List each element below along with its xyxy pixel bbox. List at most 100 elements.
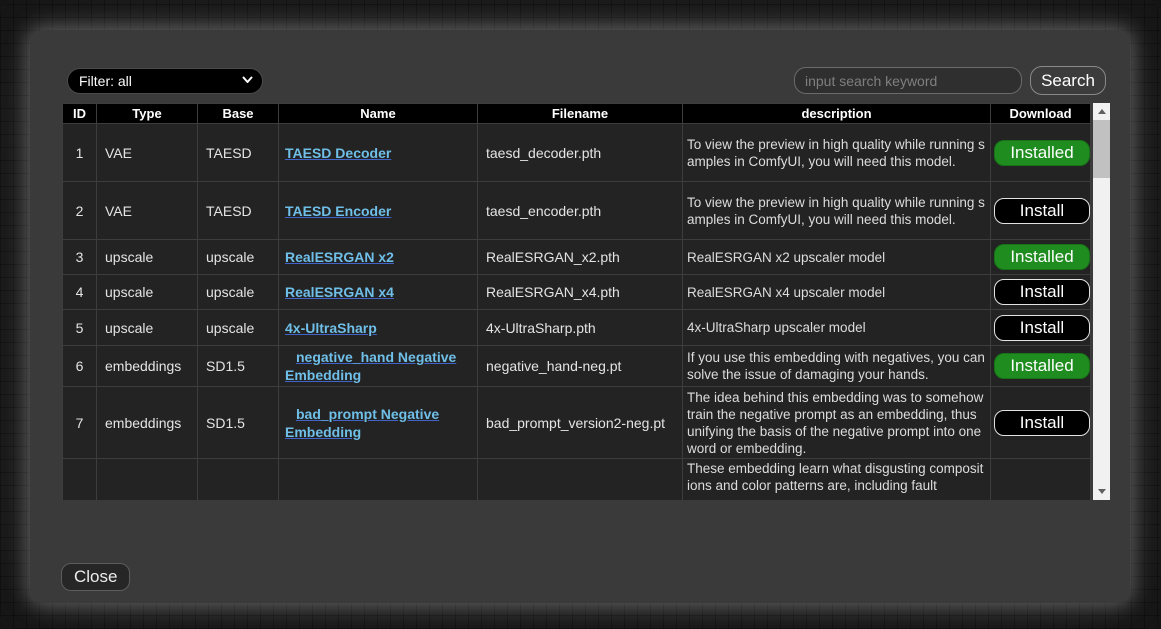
column-header-filename: Filename — [478, 104, 683, 124]
cell-description: To view the preview in high quality whil… — [683, 182, 991, 240]
scrollbar-thumb[interactable] — [1093, 120, 1110, 178]
table-row: 6embeddingsSD1.5negative_hand Negative E… — [63, 346, 1091, 387]
column-header-description: description — [683, 104, 991, 124]
model-table: IDTypeBaseNameFilenamedescriptionDownloa… — [62, 103, 1091, 500]
cell-name — [279, 459, 478, 501]
cell-name: TAESD Decoder — [279, 124, 478, 182]
installed-button[interactable]: Installed — [994, 140, 1090, 166]
column-header-base: Base — [198, 104, 279, 124]
model-manager-dialog: Filter: all Search IDTypeBaseNameFilenam… — [30, 30, 1130, 603]
cell-filename: RealESRGAN_x2.pth — [478, 240, 683, 275]
cell-download — [991, 459, 1091, 501]
cell-description: The idea behind this embedding was to so… — [683, 387, 991, 459]
cell-id: 7 — [63, 387, 97, 459]
cell-id: 4 — [63, 275, 97, 310]
cell-id: 2 — [63, 182, 97, 240]
table-row: 5upscaleupscale4x-UltraSharp4x-UltraShar… — [63, 310, 1091, 346]
column-header-name: Name — [279, 104, 478, 124]
cell-name: RealESRGAN x2 — [279, 240, 478, 275]
cell-id: 5 — [63, 310, 97, 346]
filter-select[interactable]: Filter: all — [67, 68, 263, 94]
cell-base: upscale — [198, 240, 279, 275]
model-table-viewport: IDTypeBaseNameFilenamedescriptionDownloa… — [62, 103, 1110, 500]
cell-id: 1 — [63, 124, 97, 182]
model-link[interactable]: TAESD Encoder — [285, 203, 391, 219]
cell-base: SD1.5 — [198, 387, 279, 459]
table-row: 4upscaleupscaleRealESRGAN x4RealESRGAN_x… — [63, 275, 1091, 310]
cell-filename: bad_prompt_version2-neg.pt — [478, 387, 683, 459]
cell-filename: taesd_encoder.pth — [478, 182, 683, 240]
model-link[interactable]: RealESRGAN x4 — [285, 284, 394, 300]
column-header-id: ID — [63, 104, 97, 124]
install-button[interactable]: Install — [994, 410, 1090, 436]
cell-description: RealESRGAN x2 upscaler model — [683, 240, 991, 275]
cell-type: upscale — [97, 240, 198, 275]
column-header-download: Download — [991, 104, 1091, 124]
table-scrollbar[interactable] — [1093, 103, 1110, 500]
cell-type: VAE — [97, 182, 198, 240]
table-row: 7embeddingsSD1.5bad_prompt Negative Embe… — [63, 387, 1091, 459]
cell-download: Install — [991, 387, 1091, 459]
cell-download: Install — [991, 275, 1091, 310]
cell-description: To view the preview in high quality whil… — [683, 124, 991, 182]
cell-name: 4x-UltraSharp — [279, 310, 478, 346]
cell-filename — [478, 459, 683, 501]
cell-download: Installed — [991, 346, 1091, 387]
table-row: 2VAETAESD TAESD Encoder taesd_encoder.pthT… — [63, 182, 1091, 240]
cell-base: SD1.5 — [198, 346, 279, 387]
cell-base — [198, 459, 279, 501]
table-header-row: IDTypeBaseNameFilenamedescriptionDownloa… — [63, 104, 1091, 124]
cell-id: 6 — [63, 346, 97, 387]
install-button[interactable]: Install — [994, 279, 1090, 305]
cell-base: TAESD — [198, 124, 279, 182]
cell-type: embeddings — [97, 346, 198, 387]
search-button[interactable]: Search — [1030, 66, 1106, 95]
cell-download: Install — [991, 182, 1091, 240]
cell-filename: taesd_decoder.pth — [478, 124, 683, 182]
close-button[interactable]: Close — [61, 563, 130, 591]
table-row: 1VAETAESD TAESD Decoder taesd_decoder.pthT… — [63, 124, 1091, 182]
cell-id — [63, 459, 97, 501]
install-button[interactable]: Install — [994, 198, 1090, 224]
cell-download: Installed — [991, 240, 1091, 275]
cell-type: VAE — [97, 124, 198, 182]
cell-type: embeddings — [97, 387, 198, 459]
cell-name: TAESD Encoder — [279, 182, 478, 240]
node-editor-canvas: Filter: all Search IDTypeBaseNameFilenam… — [0, 0, 1161, 629]
scroll-down-icon[interactable] — [1093, 483, 1110, 500]
cell-filename: negative_hand-neg.pt — [478, 346, 683, 387]
installed-button[interactable]: Installed — [994, 353, 1090, 379]
cell-type: upscale — [97, 310, 198, 346]
cell-download: Installed — [991, 124, 1091, 182]
cell-description: 4x-UltraSharp upscaler model — [683, 310, 991, 346]
cell-base: TAESD — [198, 182, 279, 240]
cell-description: If you use this embedding with negatives… — [683, 346, 991, 387]
model-link[interactable]: bad_prompt Negative Embedding — [285, 405, 474, 441]
cell-base: upscale — [198, 310, 279, 346]
cell-description: These embedding learn what disgusting co… — [683, 459, 991, 501]
model-link[interactable]: RealESRGAN x2 — [285, 249, 394, 265]
search-input[interactable] — [794, 67, 1022, 94]
cell-type — [97, 459, 198, 501]
column-header-type: Type — [97, 104, 198, 124]
cell-filename: RealESRGAN_x4.pth — [478, 275, 683, 310]
model-link[interactable]: negative_hand Negative Embedding — [285, 348, 474, 384]
cell-filename: 4x-UltraSharp.pth — [478, 310, 683, 346]
model-link[interactable]: TAESD Decoder — [285, 145, 391, 161]
installed-button[interactable]: Installed — [994, 244, 1090, 270]
cell-description: RealESRGAN x4 upscaler model — [683, 275, 991, 310]
table-row: These embedding learn what disgusting co… — [63, 459, 1091, 501]
cell-base: upscale — [198, 275, 279, 310]
install-button[interactable]: Install — [994, 315, 1090, 341]
cell-download: Install — [991, 310, 1091, 346]
scroll-up-icon[interactable] — [1093, 103, 1110, 120]
cell-name: bad_prompt Negative Embedding — [279, 387, 478, 459]
model-link[interactable]: 4x-UltraSharp — [285, 320, 377, 336]
cell-name: RealESRGAN x4 — [279, 275, 478, 310]
model-table-body: 1VAETAESDTAESD Decodertaesd_decoder.pthT… — [63, 124, 1091, 501]
cell-id: 3 — [63, 240, 97, 275]
filter-dropdown-wrap: Filter: all — [67, 68, 263, 94]
cell-name: negative_hand Negative Embedding — [279, 346, 478, 387]
table-row: 3upscaleupscaleRealESRGAN x2RealESRGAN_x… — [63, 240, 1091, 275]
cell-type: upscale — [97, 275, 198, 310]
